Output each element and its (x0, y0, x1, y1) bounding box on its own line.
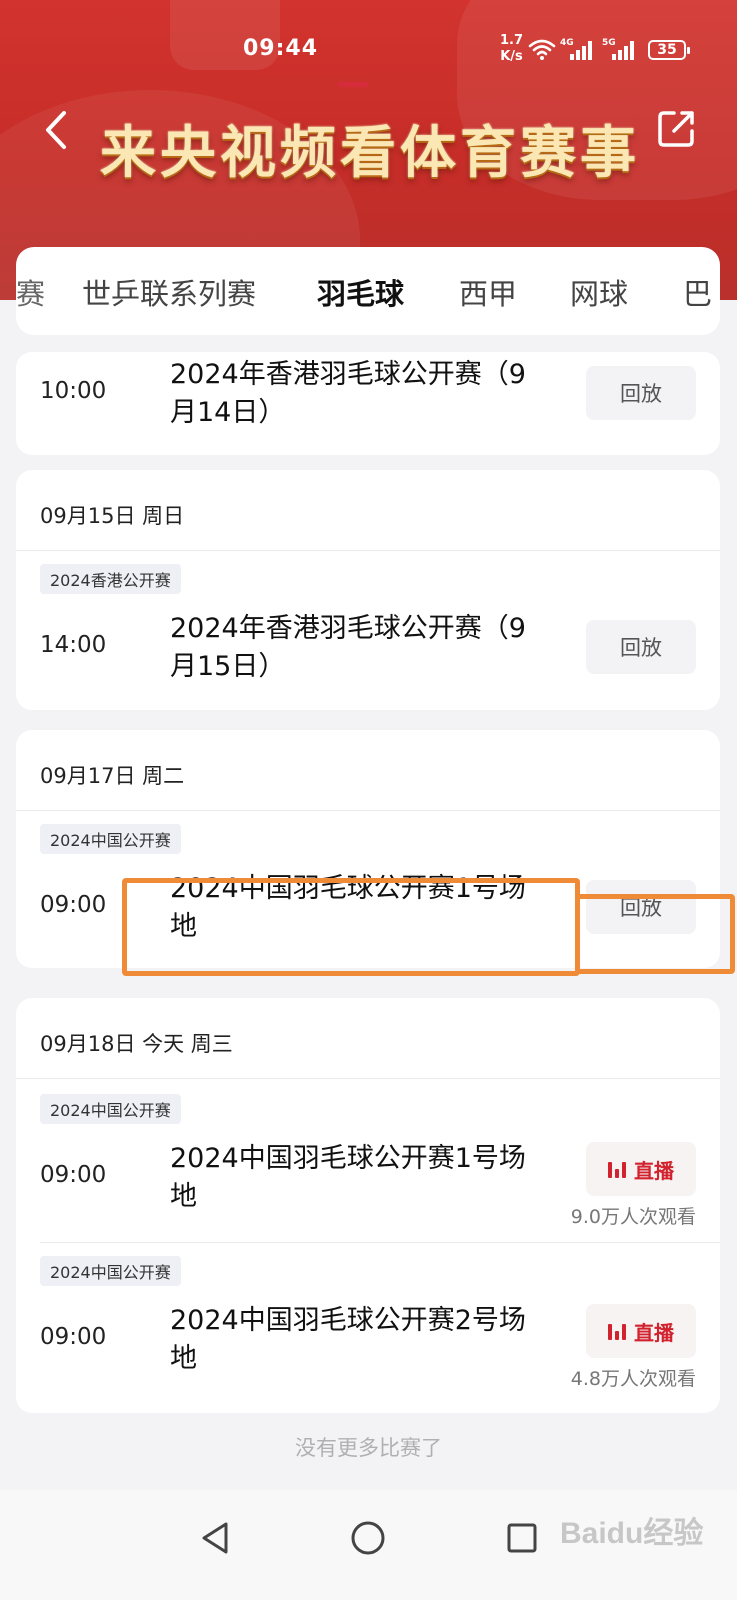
match-time: 09:00 (40, 1162, 107, 1188)
live-button-label: 直播 (634, 1320, 674, 1345)
divider (40, 1242, 720, 1243)
match-title: 2024年香港羽毛球公开赛（9月14日） (170, 359, 526, 428)
match-group-card: 09月18日 今天 周三 2024中国公开赛 09:00 2024中国羽毛球公开… (16, 998, 720, 1413)
chevron-left-icon (46, 111, 66, 149)
tournament-tag: 2024中国公开赛 (40, 1256, 181, 1286)
triangle-back-icon (202, 1522, 228, 1554)
live-button[interactable]: 直播 (586, 1142, 696, 1196)
back-button[interactable] (38, 105, 78, 155)
nav-recents-button[interactable] (502, 1518, 542, 1558)
replay-button[interactable]: 回放 (586, 620, 696, 674)
network-speed-unit: K/s (500, 49, 523, 64)
replay-button[interactable]: 回放 (586, 366, 696, 420)
live-bars-icon (608, 1160, 626, 1178)
viewer-count: 9.0万人次观看 (570, 1206, 696, 1228)
signal-5g-icon: 5G (602, 38, 640, 60)
viewer-count: 4.8万人次观看 (570, 1368, 696, 1390)
square-recents-icon (507, 1523, 537, 1553)
network-speed: 1.7 K/s (500, 33, 523, 65)
status-time: 09:44 (243, 36, 319, 61)
match-title: 2024中国羽毛球公开赛1号场地 (170, 1143, 526, 1212)
share-button[interactable] (654, 105, 700, 151)
match-title: 2024年香港羽毛球公开赛（9月15日） (170, 613, 526, 682)
no-more-matches-text: 没有更多比赛了 (295, 1436, 442, 1460)
battery-icon: 35 (648, 40, 690, 60)
tournament-tag: 2024香港公开赛 (40, 564, 181, 594)
replay-button[interactable]: 回放 (586, 880, 696, 934)
active-tab-indicator (337, 82, 369, 87)
nav-back-button[interactable] (196, 1518, 236, 1558)
nav-home-button[interactable] (348, 1518, 388, 1558)
tab-partial-left[interactable]: 赛 (16, 271, 45, 313)
match-time: 10:00 (40, 378, 107, 404)
category-tabs: 赛 世乒联系列赛 羽毛球 西甲 网球 巴 (16, 247, 720, 335)
tournament-tag: 2024中国公开赛 (40, 824, 181, 854)
circle-home-icon (351, 1521, 385, 1555)
match-title: 2024中国羽毛球公开赛1号场地 (170, 873, 526, 942)
tab-laliga[interactable]: 西甲 (459, 271, 517, 313)
date-header: 09月15日 周日 (40, 504, 185, 528)
tournament-tag: 2024中国公开赛 (40, 1094, 181, 1124)
match-group-card: 09月17日 周二 2024中国公开赛 09:00 2024中国羽毛球公开赛1号… (16, 730, 720, 968)
tab-tennis[interactable]: 网球 (570, 271, 628, 313)
wifi-icon (528, 39, 556, 60)
watermark-text: Baidu经验 (560, 1517, 704, 1550)
match-group-card: 09月15日 周日 2024香港公开赛 14:00 2024年香港羽毛球公开赛（… (16, 470, 720, 710)
divider (16, 810, 720, 811)
tab-world-table-tennis[interactable]: 世乒联系列赛 (82, 271, 256, 313)
match-group-card: 10:00 2024年香港羽毛球公开赛（9月14日） 回放 (16, 352, 720, 455)
tab-partial-right[interactable]: 巴 (683, 271, 712, 313)
match-time: 09:00 (40, 892, 107, 918)
date-header: 09月17日 周二 (40, 764, 185, 788)
tab-badminton[interactable]: 羽毛球 (317, 271, 404, 313)
status-bar: 09:44 1.7 K/s 4G 5G 35 (0, 0, 737, 95)
match-time: 09:00 (40, 1324, 107, 1350)
banner-title: 来央视频看体育赛事 (100, 120, 640, 186)
match-title: 2024中国羽毛球公开赛2号场地 (170, 1305, 526, 1374)
divider (16, 550, 720, 551)
live-button-label: 直播 (634, 1158, 674, 1183)
signal-4g-icon: 4G (560, 38, 596, 60)
live-bars-icon (608, 1322, 626, 1340)
live-button[interactable]: 直播 (586, 1304, 696, 1358)
network-speed-value: 1.7 (500, 33, 524, 48)
share-icon (658, 111, 694, 147)
match-time: 14:00 (40, 632, 107, 658)
date-header: 09月18日 今天 周三 (40, 1032, 233, 1056)
divider (16, 1078, 720, 1079)
